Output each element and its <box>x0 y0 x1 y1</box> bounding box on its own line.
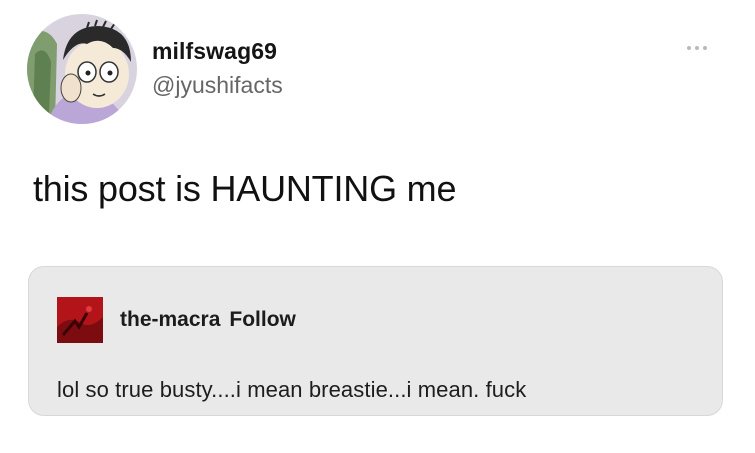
avatar-illustration <box>27 14 137 124</box>
quoted-post-card[interactable]: the-macra Follow lol so true busty....i … <box>28 266 723 416</box>
follow-button[interactable]: Follow <box>229 308 296 332</box>
quoted-username[interactable]: the-macra <box>120 308 220 332</box>
user-avatar[interactable] <box>27 14 137 124</box>
more-horizontal-icon <box>687 46 691 50</box>
user-handle[interactable]: @jyushifacts <box>152 72 283 99</box>
more-horizontal-icon-dot <box>695 46 699 50</box>
more-horizontal-icon-dot <box>703 46 707 50</box>
quoted-user-avatar[interactable] <box>57 297 103 343</box>
quoted-post-header: the-macra Follow <box>120 308 296 332</box>
display-name[interactable]: milfswag69 <box>152 38 277 65</box>
quoted-avatar-image <box>57 297 103 343</box>
post: milfswag69 @jyushifacts this post is HAU… <box>0 0 755 453</box>
post-text: this post is HAUNTING me <box>33 168 457 209</box>
more-options-button[interactable] <box>679 38 715 58</box>
quoted-post-text: lol so true busty....i mean breastie...i… <box>57 377 527 402</box>
